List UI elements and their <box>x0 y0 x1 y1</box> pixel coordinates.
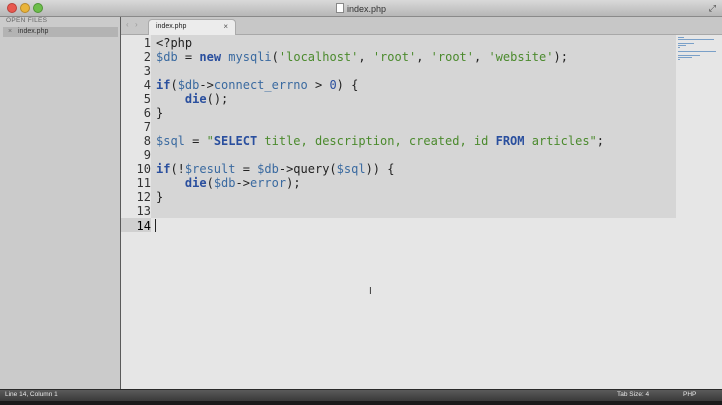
title-bar: index.php ⤢ <box>0 0 722 17</box>
line-number: 12 <box>136 190 151 204</box>
code-line-4: if($db->connect_errno > 0) { <box>156 78 359 92</box>
minimap-line <box>678 37 684 38</box>
sidebar-file-label: index.php <box>18 28 49 35</box>
tab-back-arrow-icon[interactable]: ‹ <box>126 20 129 29</box>
line-number: 11 <box>136 176 151 190</box>
window-title: index.php <box>0 3 722 14</box>
bottom-strip <box>0 401 722 405</box>
line-number: 6 <box>143 106 151 120</box>
cursor-position: Line 14, Column 1 <box>5 391 58 398</box>
fullscreen-icon[interactable]: ⤢ <box>709 3 716 14</box>
document-icon <box>335 3 344 13</box>
window-title-text: index.php <box>346 4 387 14</box>
code-line-6: } <box>156 106 164 120</box>
open-files-header: OPEN FILES <box>6 17 48 24</box>
sidebar-file-index-php[interactable]: × index.php <box>3 27 118 37</box>
tab-size-selector[interactable]: Tab Size: 4 <box>617 391 649 398</box>
line-number: 8 <box>143 134 151 148</box>
close-file-icon[interactable]: × <box>8 27 12 37</box>
code-editor[interactable]: 1 2 3 4 5 6 7 8 9 10 11 12 13 14 <?php $… <box>121 35 722 389</box>
code-line-12: } <box>156 190 164 204</box>
minimap-line <box>678 57 692 58</box>
line-number: 2 <box>143 50 151 64</box>
minimap-line <box>678 43 694 44</box>
tab-label: index.php <box>156 23 187 30</box>
code-line-1: <?php <box>156 36 193 50</box>
sidebar: OPEN FILES × index.php <box>0 17 121 389</box>
minimap-line <box>678 51 716 52</box>
minimap-line <box>678 47 680 48</box>
line-number: 13 <box>136 204 151 218</box>
mouse-ibeam-icon: I <box>369 286 372 297</box>
line-number-current: 14 <box>136 219 151 233</box>
minimap[interactable] <box>678 37 718 63</box>
text-cursor <box>155 219 156 232</box>
line-number: 4 <box>143 78 151 92</box>
editor-window: index.php ⤢ OPEN FILES × index.php ‹ › i… <box>0 0 722 405</box>
code-line-8: $sql = "SELECT title, description, creat… <box>156 134 604 148</box>
line-number: 5 <box>143 92 151 106</box>
minimap-line <box>678 55 700 56</box>
tab-forward-arrow-icon[interactable]: › <box>135 20 138 29</box>
line-number: 7 <box>143 120 151 134</box>
code-line-2: $db = new mysqli('localhost', 'root', 'r… <box>156 50 568 64</box>
syntax-selector[interactable]: PHP <box>683 391 696 398</box>
code-line-5: die(); <box>184 92 229 106</box>
line-number: 3 <box>143 64 151 78</box>
line-number: 9 <box>143 148 151 162</box>
line-number: 10 <box>136 162 151 176</box>
minimap-line <box>678 45 686 46</box>
tab-close-icon[interactable]: × <box>223 22 228 31</box>
minimap-line <box>678 39 714 40</box>
minimap-line <box>678 59 680 60</box>
line-number: 1 <box>143 36 151 50</box>
code-line-10: if(!$result = $db->query($sql)) { <box>156 162 395 176</box>
tab-bar: ‹ › index.php × <box>121 17 722 35</box>
status-bar: Line 14, Column 1 Tab Size: 4 PHP <box>0 389 722 401</box>
tab-index-php[interactable]: index.php × <box>148 19 236 35</box>
code-line-11: die($db->error); <box>184 176 301 190</box>
